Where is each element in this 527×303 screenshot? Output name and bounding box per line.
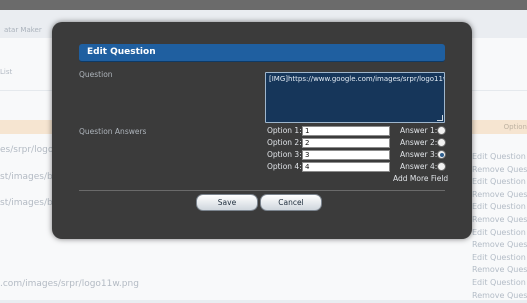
option-input[interactable]: 1 bbox=[302, 126, 390, 136]
answers-label: Question Answers bbox=[79, 127, 147, 136]
cancel-button[interactable]: Cancel bbox=[260, 194, 322, 211]
answer-label: Answer 1: bbox=[400, 126, 438, 135]
option-row: Option 2: 2 Answer 2: bbox=[267, 138, 447, 149]
answer-radio[interactable] bbox=[437, 162, 446, 171]
option-label: Option 3: bbox=[267, 150, 302, 159]
question-textarea[interactable]: [IMG]https://www.google.com/images/srpr/… bbox=[265, 72, 445, 123]
question-text: [IMG]https://www.google.com/images/srpr/… bbox=[269, 75, 444, 83]
option-row: Option 3: 3 Answer 3: bbox=[267, 150, 447, 161]
answer-radio-selected[interactable] bbox=[437, 150, 446, 159]
dialog-title: Edit Question bbox=[87, 47, 156, 57]
edit-question-dialog: Edit Question Question [IMG]https://www.… bbox=[52, 22, 472, 239]
save-button[interactable]: Save bbox=[196, 194, 258, 211]
answer-label: Answer 3: bbox=[400, 150, 438, 159]
option-row: Option 4: 4 Answer 4: bbox=[267, 162, 447, 173]
option-input[interactable]: 4 bbox=[302, 162, 390, 172]
dialog-divider bbox=[79, 190, 445, 191]
dialog-header: Edit Question bbox=[79, 44, 445, 62]
resize-grip-icon[interactable] bbox=[437, 115, 443, 121]
option-row: Option 1: 1 Answer 1: bbox=[267, 126, 447, 137]
question-label: Question bbox=[79, 70, 113, 79]
add-more-field-link[interactable]: Add More Field bbox=[393, 174, 448, 183]
answer-radio[interactable] bbox=[437, 138, 446, 147]
option-label: Option 1: bbox=[267, 126, 302, 135]
option-input[interactable]: 3 bbox=[302, 150, 390, 160]
answer-label: Answer 4: bbox=[400, 162, 438, 171]
option-label: Option 2: bbox=[267, 138, 302, 147]
option-input[interactable]: 2 bbox=[302, 138, 390, 148]
answer-label: Answer 2: bbox=[400, 138, 438, 147]
answer-radio[interactable] bbox=[437, 126, 446, 135]
option-label: Option 4: bbox=[267, 162, 302, 171]
